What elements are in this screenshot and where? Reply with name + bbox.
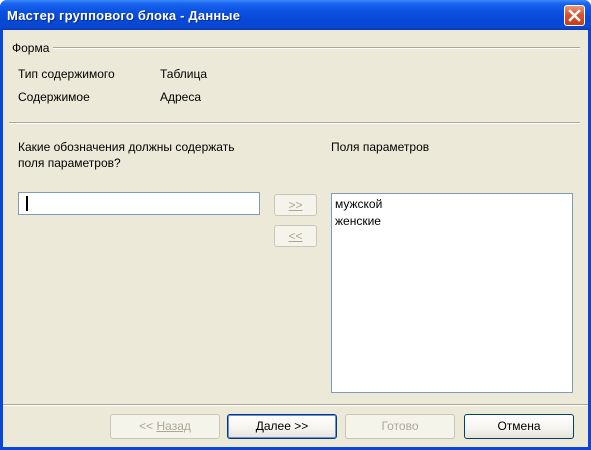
question-label-line1: Какие обозначения должны содержать bbox=[18, 140, 235, 154]
content-value: Адреса bbox=[160, 90, 202, 104]
content-type-label: Тип содержимого bbox=[18, 67, 115, 81]
section-divider bbox=[9, 122, 580, 124]
option-name-input[interactable] bbox=[18, 192, 260, 215]
options-listbox[interactable]: мужской женские bbox=[331, 193, 573, 393]
next-button[interactable]: Далее >> bbox=[227, 414, 337, 439]
add-option-button[interactable]: >> bbox=[274, 194, 317, 216]
back-button[interactable]: << Назад bbox=[110, 414, 220, 439]
close-button[interactable] bbox=[564, 5, 585, 26]
content-type-value: Таблица bbox=[160, 67, 208, 81]
form-section-heading: Форма bbox=[12, 41, 50, 55]
dialog-client-area: Форма Тип содержимого Таблица Содержимое… bbox=[3, 30, 588, 447]
back-button-label: Назад bbox=[156, 419, 191, 433]
form-section-divider bbox=[53, 47, 580, 49]
footer-divider bbox=[3, 404, 588, 406]
finish-button[interactable]: Готово bbox=[345, 414, 455, 439]
options-list-heading: Поля параметров bbox=[331, 140, 430, 154]
remove-option-button[interactable]: << bbox=[274, 225, 317, 247]
dialog-window: Мастер группового блока - Данные Форма Т… bbox=[0, 0, 591, 450]
content-label: Содержимое bbox=[18, 90, 90, 104]
question-label-line2: поля параметров? bbox=[18, 156, 121, 170]
cancel-button[interactable]: Отмена bbox=[464, 414, 574, 439]
title-bar[interactable]: Мастер группового блока - Данные bbox=[0, 0, 591, 30]
window-title: Мастер группового блока - Данные bbox=[7, 8, 241, 23]
back-button-prefix: << bbox=[139, 419, 157, 433]
text-caret bbox=[26, 196, 28, 211]
close-x-icon bbox=[568, 9, 581, 22]
list-item[interactable]: женские bbox=[334, 213, 570, 230]
list-item[interactable]: мужской bbox=[334, 196, 570, 213]
